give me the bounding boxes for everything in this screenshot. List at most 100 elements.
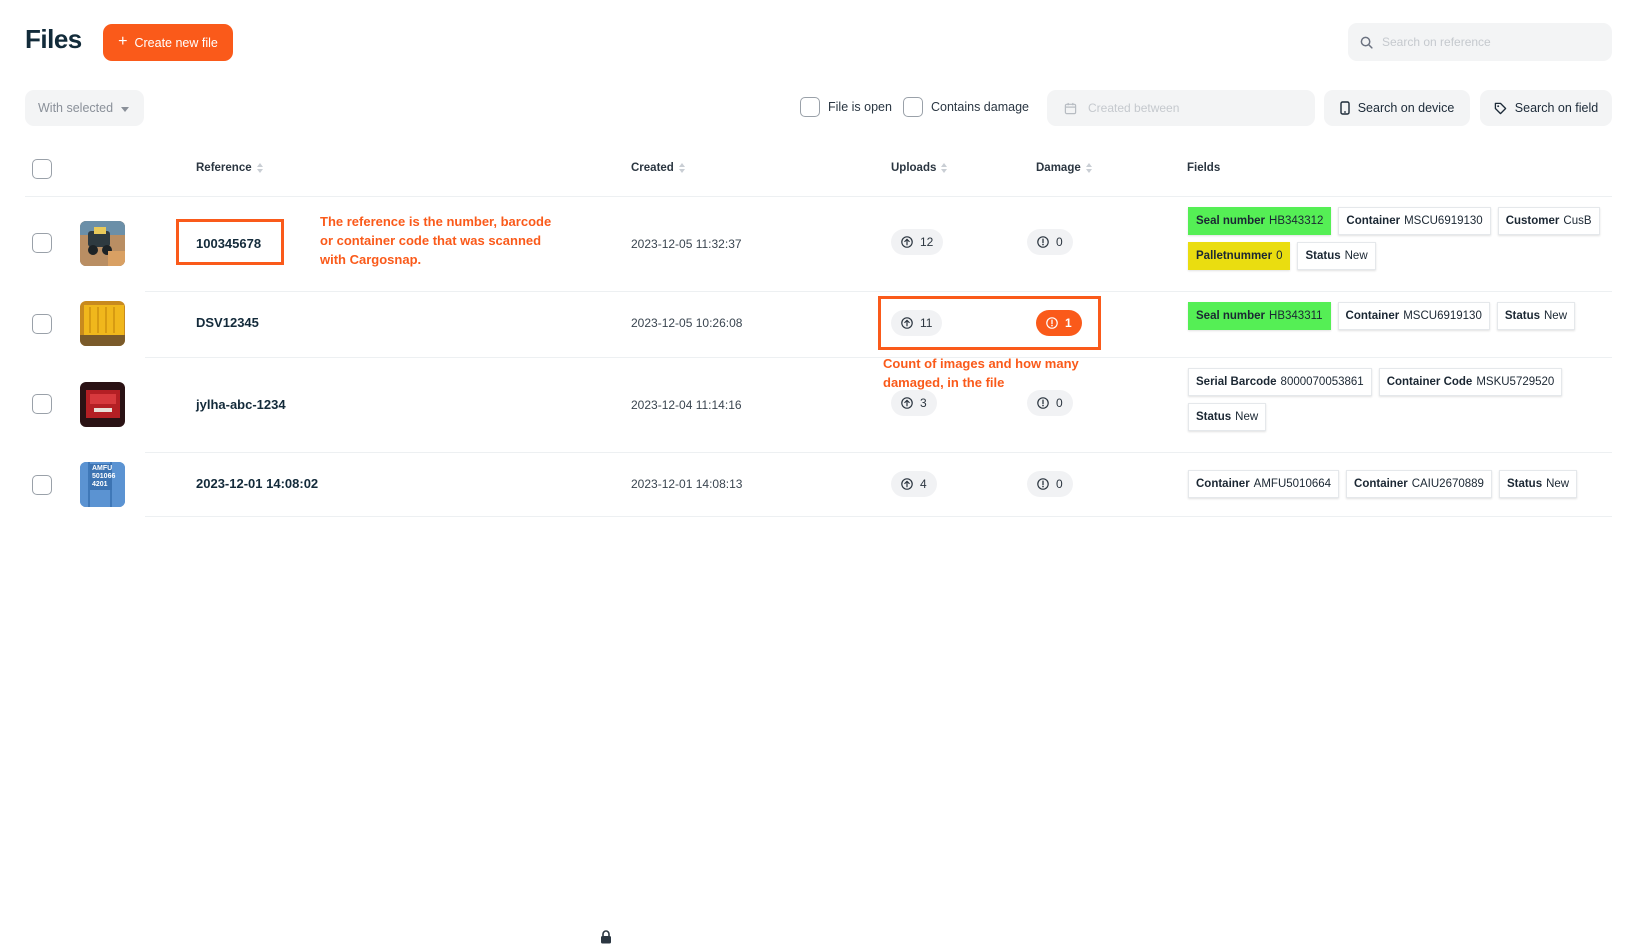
- counts-annotation: Count of images and how many damaged, in…: [883, 356, 1079, 390]
- damage-count-badge: 0: [1027, 390, 1073, 416]
- chevron-down-icon: [121, 106, 130, 112]
- fields-list: Seal number HB343311 Container MSCU6919130…: [1188, 302, 1628, 330]
- fields-list: Container AMFU5010664 Container CAIU267088…: [1188, 470, 1628, 498]
- sort-icon: [678, 163, 685, 173]
- thumbnail-text: AMFU 501066 4201: [92, 465, 116, 488]
- contains-damage-label: Contains damage: [931, 100, 1029, 114]
- created-between-placeholder: Created between: [1088, 101, 1180, 115]
- file-thumbnail[interactable]: [80, 382, 125, 427]
- created-date: 2023-12-05 10:26:08: [631, 316, 743, 330]
- file-reference-link[interactable]: 2023-12-01 14:08:02: [196, 476, 318, 491]
- search-icon: [1360, 36, 1373, 49]
- row-checkbox[interactable]: [32, 475, 52, 495]
- select-all-checkbox[interactable]: [32, 159, 52, 179]
- uploads-count: 12: [920, 235, 934, 249]
- sort-icon: [941, 163, 948, 173]
- search-on-field-button[interactable]: Search on field: [1480, 90, 1612, 126]
- row-checkbox[interactable]: [32, 233, 52, 253]
- thumbnail-image: [80, 301, 125, 346]
- field-tag: Serial Barcode 8000070053861: [1188, 368, 1372, 396]
- phone-icon: [1340, 101, 1350, 115]
- upload-icon: [901, 397, 913, 409]
- reference-highlight-box: [176, 219, 284, 265]
- alert-icon: [1037, 236, 1049, 248]
- uploads-count-badge: 12: [891, 229, 944, 255]
- page-title: Files: [25, 24, 82, 54]
- column-header-label: Created: [631, 162, 674, 174]
- column-header-reference[interactable]: Reference: [196, 162, 263, 174]
- lock-icon: [601, 930, 611, 944]
- row-checkbox[interactable]: [32, 394, 52, 414]
- plus-icon: +: [118, 33, 128, 50]
- table-row[interactable]: AMFU 501066 4201 2023-12-01 14:08:02 202…: [0, 452, 1632, 944]
- create-new-file-button[interactable]: + Create new file: [103, 24, 233, 61]
- file-is-open-label: File is open: [828, 100, 892, 114]
- file-thumbnail[interactable]: [80, 221, 125, 266]
- damage-count: 0: [1056, 396, 1063, 410]
- file-reference-link[interactable]: jylha-abc-1234: [196, 397, 286, 412]
- upload-icon: [901, 236, 913, 248]
- contains-damage-filter[interactable]: Contains damage: [903, 97, 1029, 117]
- file-is-open-filter[interactable]: File is open: [800, 97, 892, 117]
- column-header-label: Damage: [1036, 162, 1081, 174]
- row-checkbox[interactable]: [32, 314, 52, 334]
- column-header-label: Fields: [1187, 162, 1221, 174]
- field-tag: Status New: [1498, 470, 1578, 498]
- field-tag: Container AMFU5010664: [1188, 470, 1340, 498]
- created-between-field[interactable]: Created between: [1047, 90, 1315, 126]
- table-row[interactable]: jylha-abc-1234 2023-12-04 11:14:16 3 0 S…: [0, 357, 1632, 452]
- damage-count: 0: [1056, 477, 1063, 491]
- column-header-label: Reference: [196, 162, 252, 174]
- sort-icon: [256, 163, 263, 173]
- with-selected-dropdown[interactable]: With selected: [25, 90, 144, 126]
- alert-icon: [1037, 397, 1049, 409]
- file-thumbnail[interactable]: [80, 301, 125, 346]
- search-on-device-label: Search on device: [1357, 101, 1455, 115]
- created-date: 2023-12-01 14:08:13: [631, 477, 743, 491]
- column-header-damage[interactable]: Damage: [1036, 162, 1092, 174]
- search-reference-box[interactable]: [1348, 23, 1612, 61]
- table-row[interactable]: DSV12345 2023-12-05 10:26:08 11 1 Seal n…: [0, 291, 1632, 357]
- create-new-file-label: Create new file: [134, 35, 218, 50]
- field-tag: Status New: [1188, 403, 1267, 431]
- search-on-device-button[interactable]: Search on device: [1324, 90, 1470, 126]
- created-date: 2023-12-04 11:14:16: [631, 398, 742, 412]
- column-header-label: Uploads: [891, 162, 937, 174]
- uploads-count-badge: 4: [891, 471, 937, 497]
- file-is-open-checkbox[interactable]: [800, 97, 820, 117]
- with-selected-label: With selected: [38, 101, 114, 115]
- field-tag: Container MSCU6919130: [1338, 207, 1491, 235]
- field-tag: Status New: [1297, 242, 1376, 270]
- damage-count-badge: 0: [1027, 471, 1073, 497]
- tag-icon: [1494, 102, 1507, 114]
- field-tag: Container CAIU2670889: [1346, 470, 1492, 498]
- file-reference-link[interactable]: DSV12345: [196, 315, 259, 330]
- column-header-created[interactable]: Created: [631, 162, 685, 174]
- damage-count-badge: 0: [1027, 229, 1073, 255]
- calendar-icon: [1064, 102, 1077, 114]
- upload-icon: [901, 478, 913, 490]
- counts-highlight-box: [878, 296, 1101, 350]
- field-tag: Palletnummer 0: [1188, 242, 1291, 270]
- column-header-fields: Fields: [1187, 162, 1220, 174]
- created-date: 2023-12-05 11:32:37: [631, 237, 742, 251]
- reference-annotation: The reference is the number, barcode or …: [320, 214, 552, 267]
- field-tag: Seal number HB343311: [1188, 302, 1331, 330]
- fields-list: Seal number HB343312 Container MSCU6919130…: [1188, 207, 1628, 270]
- field-tag: Seal number HB343312: [1188, 207, 1332, 235]
- alert-icon: [1037, 478, 1049, 490]
- damage-count: 0: [1056, 235, 1063, 249]
- fields-list: Serial Barcode 8000070053861 Container Co…: [1188, 368, 1628, 431]
- file-thumbnail[interactable]: AMFU 501066 4201: [80, 462, 125, 507]
- column-header-uploads[interactable]: Uploads: [891, 162, 948, 174]
- search-reference-input[interactable]: [1382, 35, 1602, 49]
- search-on-field-label: Search on field: [1514, 101, 1599, 115]
- uploads-count: 3: [920, 396, 927, 410]
- thumbnail-image: [80, 221, 125, 266]
- contains-damage-checkbox[interactable]: [903, 97, 923, 117]
- thumbnail-image: [80, 382, 125, 427]
- field-tag: Container Code MSKU5729520: [1378, 368, 1563, 396]
- field-tag: Container MSCU6919130: [1337, 302, 1490, 330]
- uploads-count: 4: [920, 477, 927, 491]
- field-tag: Status New: [1496, 302, 1576, 330]
